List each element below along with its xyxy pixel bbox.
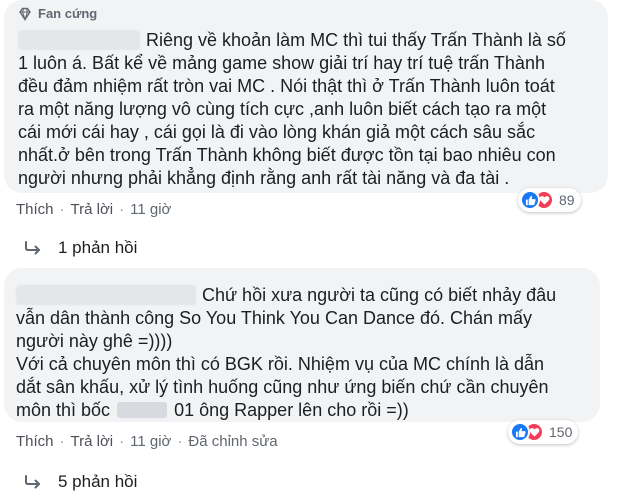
separator-dot: ·	[119, 201, 125, 218]
author-name-1[interactable]	[18, 30, 140, 50]
comment-2-line-6-end: 01 ông Rapper lên cho rồi =))	[174, 400, 409, 420]
comment-2-line-3: người này ghê =))))	[16, 331, 173, 351]
author-name-2[interactable]	[16, 285, 196, 305]
comment-1-line-1: Riêng về khoản làm MC thì tui thấy Trấn …	[146, 30, 566, 50]
comment-2-line-6: môn thì bốc 01 ông Rapper lên cho rồi =)…	[16, 398, 409, 422]
separator-dot: ·	[177, 433, 183, 450]
reply-arrow-icon	[25, 241, 40, 255]
separator-dot: ·	[59, 433, 65, 450]
diamond-icon	[19, 7, 31, 21]
redacted-text	[117, 402, 168, 418]
comment-1-line-2: 1 luôn á. Bất kể về mảng game show giải …	[18, 53, 545, 73]
reply-arrow-icon	[25, 475, 40, 489]
reply-link-1[interactable]: Trả lời	[71, 201, 114, 218]
like-reaction-icon	[510, 422, 530, 442]
comment-1-line-5: cái mới cái hay , cái gọi là đi vào lòng…	[18, 122, 536, 142]
like-link-2[interactable]: Thích	[16, 433, 54, 450]
reply-link-2[interactable]: Trả lời	[71, 433, 114, 450]
comment-2-line-5: dắt sân khấu, xử lý tình huống cũng như …	[16, 377, 549, 397]
comment-1-line-4: ra một năng lượng vô cùng tích cực ,anh …	[18, 99, 547, 119]
comment-bubble-2: Chứ hồi xưa người ta cũng có biết nhảy đ…	[4, 268, 600, 422]
comment-2-line-4: Với cả chuyên môn thì có BGK rồi. Nhiệm …	[16, 354, 545, 374]
separator-dot: ·	[59, 201, 65, 218]
timestamp-1[interactable]: 11 giờ	[130, 201, 171, 218]
reaction-summary-1[interactable]: 89	[518, 188, 581, 212]
comment-2-actions: Thích · Trả lời · 11 giờ · Đã chỉnh sửa	[16, 433, 278, 450]
like-link-1[interactable]: Thích	[16, 201, 54, 218]
comment-1-line-7: người nhưng phải khẳng định rằng anh rất…	[18, 168, 510, 188]
separator-dot: ·	[119, 433, 125, 450]
replies-label-1: 1 phản hồi	[58, 238, 138, 257]
comment-2-line-2: vẫn dân thành công So You Think You Can …	[16, 308, 533, 328]
view-replies-2[interactable]: 5 phản hồi	[24, 472, 137, 492]
timestamp-2[interactable]: 11 giờ	[130, 433, 171, 450]
reaction-count-1: 89	[559, 192, 575, 208]
fan-badge: Fan cứng	[18, 6, 97, 21]
comment-2-line-6-start: môn thì bốc	[16, 400, 111, 420]
comment-1-actions: Thích · Trả lời · 11 giờ	[16, 201, 171, 218]
view-replies-1[interactable]: 1 phản hồi	[24, 238, 137, 258]
comment-bubble-1: Fan cứng Riêng về khoản làm MC thì tui t…	[4, 0, 608, 193]
reaction-summary-2[interactable]: 150	[508, 420, 579, 444]
replies-label-2: 5 phản hồi	[58, 472, 138, 491]
like-reaction-icon	[520, 190, 540, 210]
reaction-count-2: 150	[549, 424, 573, 440]
comment-2-line-1: Chứ hồi xưa người ta cũng có biết nhảy đ…	[202, 285, 557, 305]
edited-label: Đã chỉnh sửa	[188, 433, 278, 450]
comment-1-line-3: đều đảm nhiệm rất tròn vai MC . Nói thật…	[18, 76, 555, 96]
badge-label: Fan cứng	[38, 6, 98, 21]
comment-1-line-6: nhất.ở bên trong Trấn Thành không biết đ…	[18, 145, 556, 165]
